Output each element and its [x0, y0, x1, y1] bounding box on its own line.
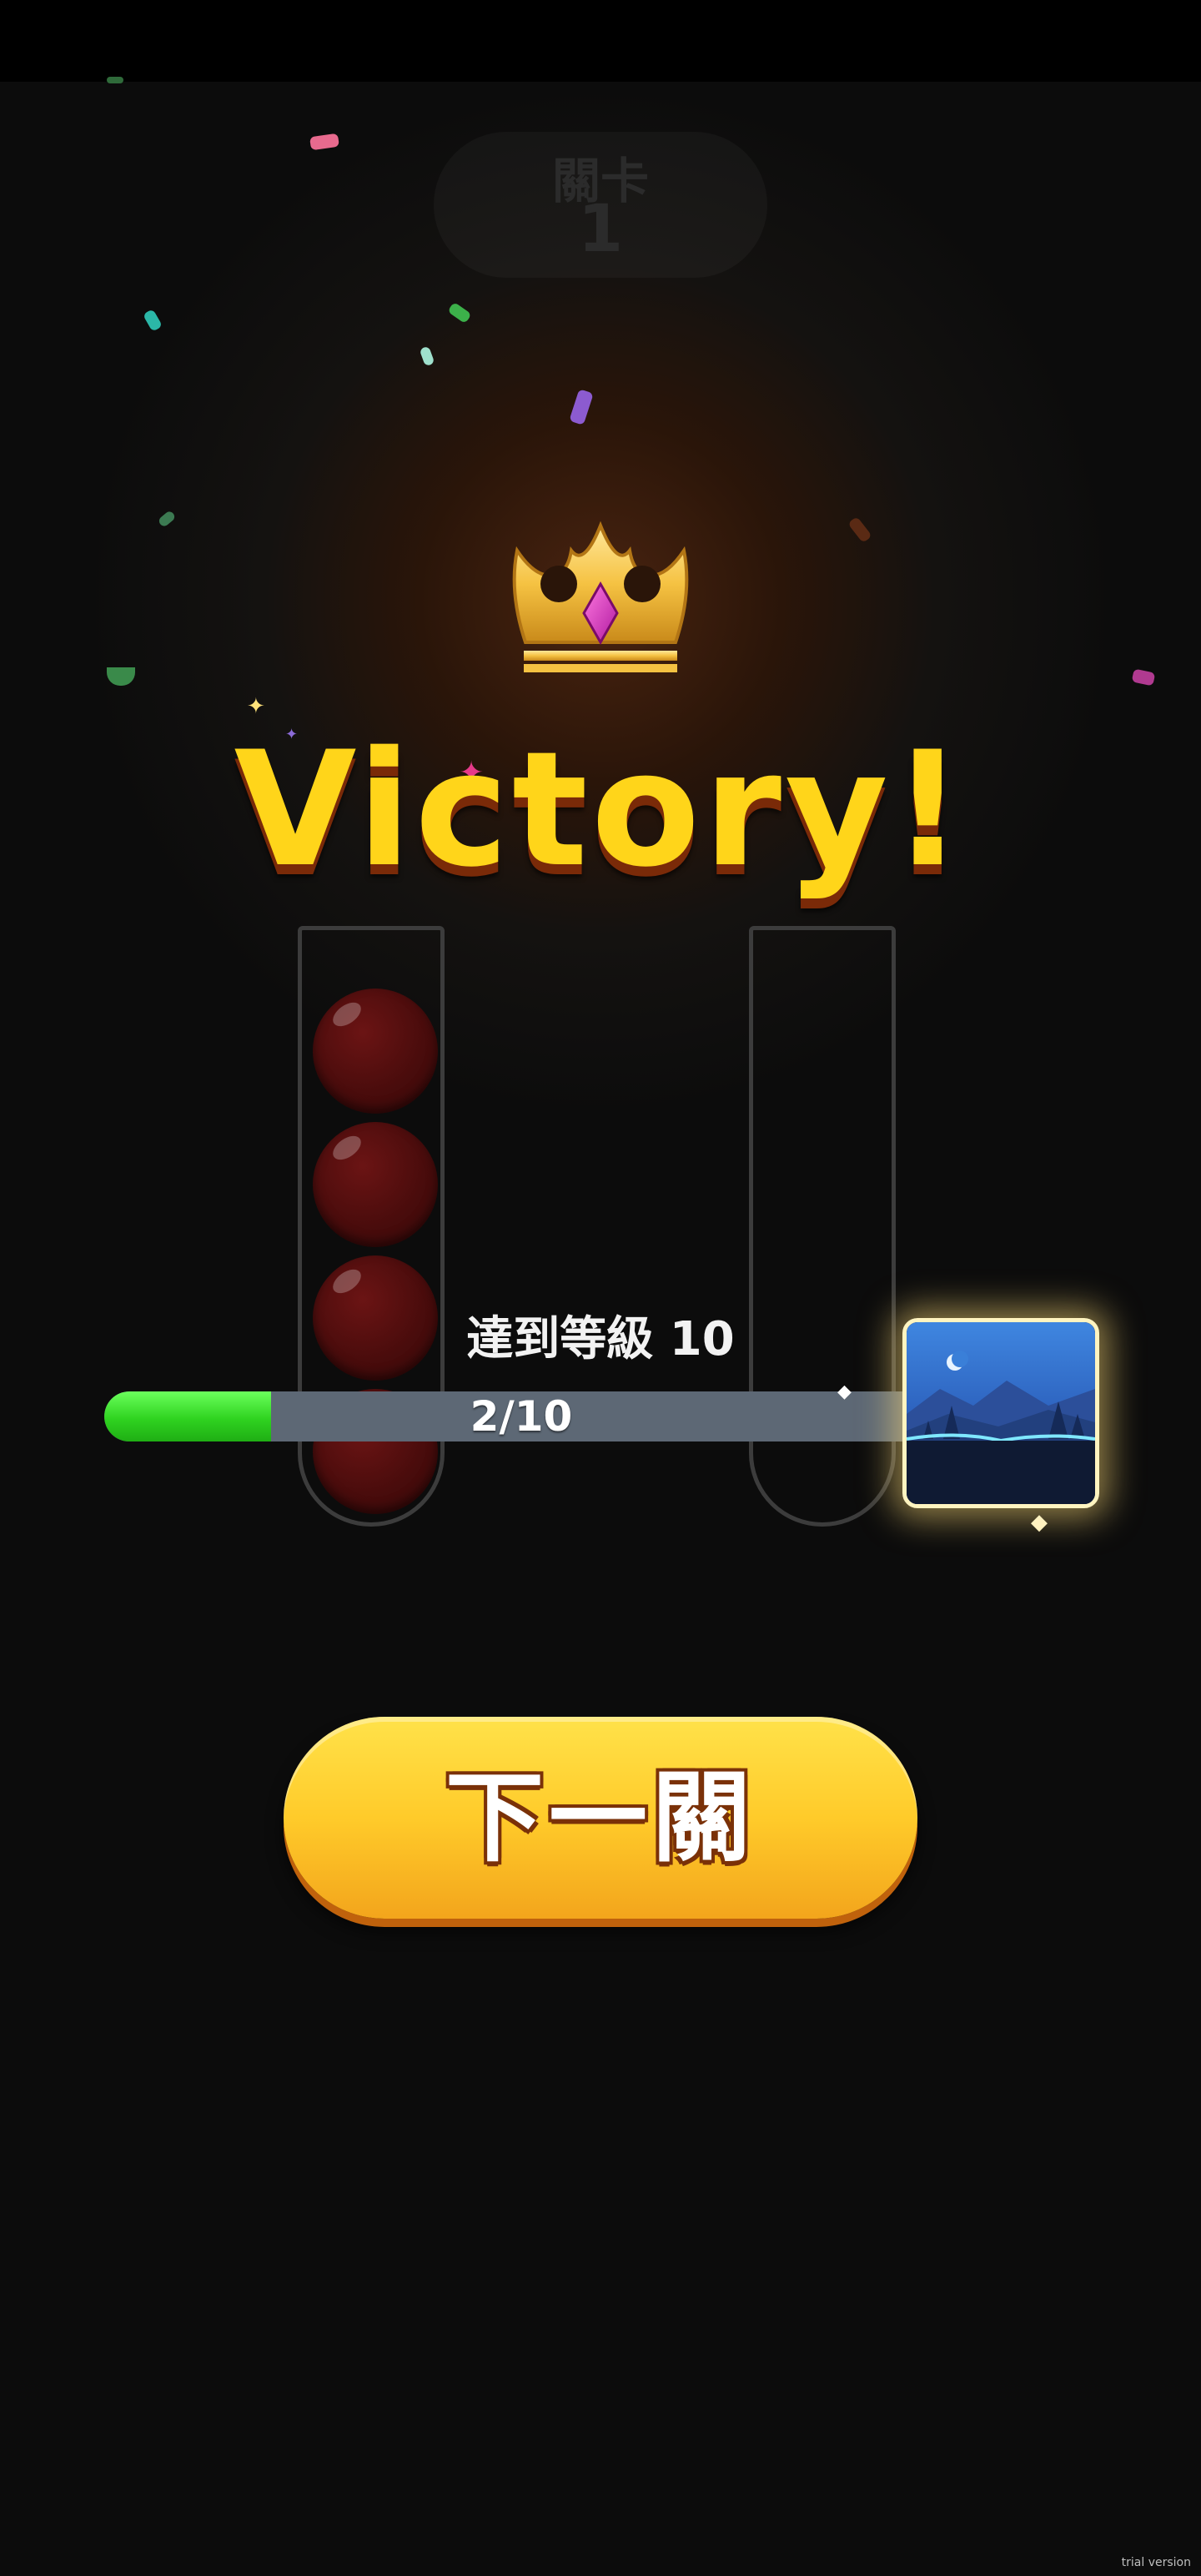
crown-icon	[512, 521, 689, 672]
sparkle-icon: ◆	[1031, 1510, 1048, 1535]
next-level-button[interactable]: 下一關	[284, 1717, 917, 1919]
ball	[313, 1122, 438, 1247]
victory-screen: ✦ ✦ ✦ 關卡 1 Victory! 達到等級 10 2/10 ◆ ◆ 下一關…	[0, 0, 1201, 2576]
confetti	[107, 77, 123, 83]
watermark: trial version	[1121, 2556, 1191, 2569]
confetti	[569, 389, 594, 425]
level-indicator: 關卡 1	[434, 132, 767, 278]
level-number: 1	[577, 192, 624, 267]
sparkle-icon: ✦	[247, 694, 265, 719]
status-bar	[0, 0, 1201, 82]
ball-shine	[329, 1131, 365, 1165]
confetti	[309, 133, 339, 151]
progress-bar: 2/10	[104, 1391, 938, 1441]
confetti	[1131, 668, 1156, 687]
confetti	[157, 509, 177, 529]
ball-shine	[329, 1265, 365, 1298]
night-landscape-reward-icon	[902, 1318, 1099, 1508]
confetti	[107, 667, 135, 686]
sparkle-icon: ◆	[837, 1381, 852, 1402]
confetti	[419, 345, 435, 367]
reward-landscape-image	[907, 1322, 1095, 1504]
confetti	[447, 301, 472, 325]
confetti	[142, 309, 163, 332]
progress-text: 2/10	[470, 1392, 573, 1441]
next-level-label: 下一關	[445, 1760, 756, 1875]
confetti	[847, 516, 872, 544]
victory-title: Victory!	[234, 717, 967, 902]
ball	[313, 989, 438, 1114]
ball-shine	[329, 998, 365, 1031]
